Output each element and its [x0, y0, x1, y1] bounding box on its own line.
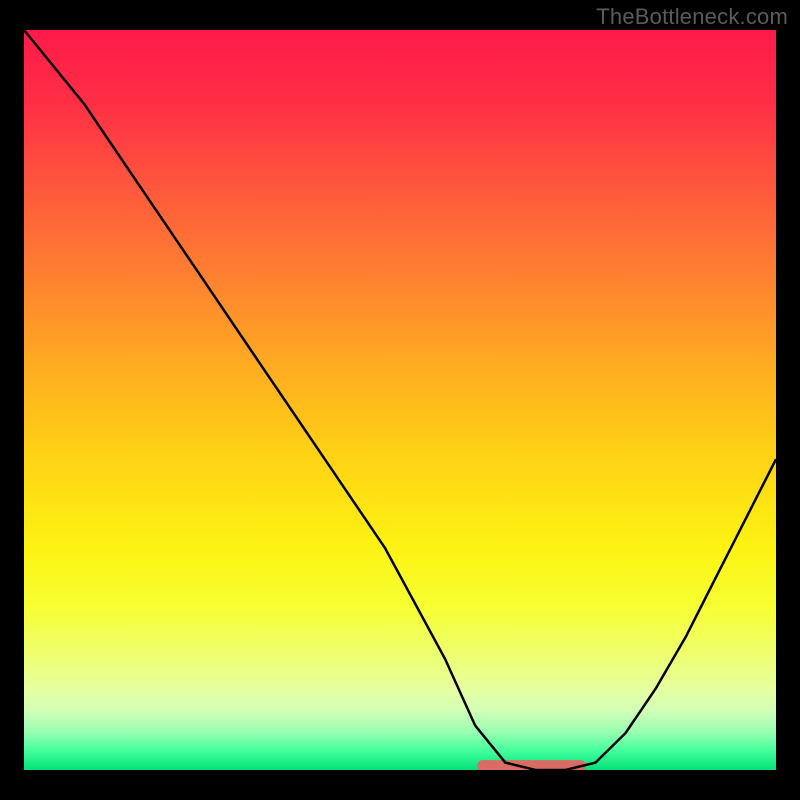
- bottleneck-curve: [24, 30, 776, 770]
- plot-area: [24, 30, 776, 770]
- watermark-text: TheBottleneck.com: [596, 4, 788, 30]
- curve-svg: [24, 30, 776, 770]
- chart-canvas: TheBottleneck.com: [0, 0, 800, 800]
